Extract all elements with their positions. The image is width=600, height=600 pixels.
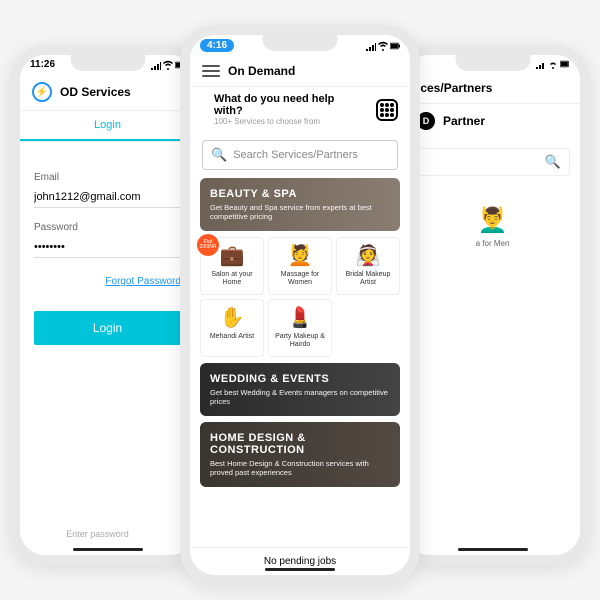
service-label: Party Makeup & Hairdo	[271, 333, 329, 350]
bridal-icon: 👰	[339, 244, 397, 268]
banner-title: WEDDING & EVENTS	[210, 373, 390, 385]
home-indicator	[458, 548, 528, 551]
subtext: 100+ Services to choose from	[214, 117, 356, 126]
wifi-icon	[163, 60, 173, 70]
party-icon: 💄	[271, 306, 329, 330]
service-massage[interactable]: 💆 Massage for Women	[268, 237, 332, 295]
wifi-icon	[548, 59, 558, 69]
massage-icon: 💆‍♂️	[405, 206, 580, 235]
signal-icon	[366, 41, 376, 51]
battery-icon	[560, 59, 570, 69]
password-field[interactable]	[34, 237, 181, 258]
footer-hint: Enter password	[20, 523, 175, 545]
app-title: OD Services	[60, 85, 131, 99]
service-label: a for Men	[405, 239, 580, 248]
service-label: Massage for Women	[271, 271, 329, 288]
signal-icon	[151, 60, 161, 70]
home-indicator	[73, 548, 143, 551]
hamburger-icon[interactable]	[202, 65, 220, 77]
mehandi-icon: ✋	[203, 306, 261, 330]
header-partial: ices/Partners	[405, 73, 580, 104]
service-item[interactable]: 💆‍♂️ a for Men	[405, 206, 580, 252]
signal-icon	[536, 59, 546, 69]
clock: 11:26	[30, 59, 55, 70]
service-mehandi[interactable]: ✋ Mehandi Artist	[200, 299, 264, 357]
app-header: ⚡ OD Services	[20, 74, 195, 111]
app-title: On Demand	[228, 64, 295, 78]
service-label: Mehandi Artist	[203, 333, 261, 341]
header-text: ices/Partners	[417, 81, 492, 95]
phone-main: 4:16 On Demand What do you need help wit…	[180, 25, 420, 585]
status-icons	[536, 59, 570, 69]
banner-wedding[interactable]: WEDDING & EVENTS Get best Wedding & Even…	[200, 363, 400, 416]
clock: 4:16	[200, 39, 234, 52]
status-icons	[366, 41, 400, 51]
banner-title: HOME DESIGN & CONSTRUCTION	[210, 432, 390, 456]
service-party[interactable]: 💄 Party Makeup & Hairdo	[268, 299, 332, 357]
partner-row: D Partner	[405, 104, 580, 138]
battery-icon	[390, 41, 400, 51]
service-salon[interactable]: Flat 200INR 💼 Salon at your Home	[200, 237, 264, 295]
banner-title: BEAUTY & SPA	[210, 188, 390, 200]
banner-beauty[interactable]: BEAUTY & SPA Get Beauty and Spa service …	[200, 178, 400, 231]
tabs: Login	[20, 111, 195, 142]
notch	[263, 35, 338, 51]
service-grid: Flat 200INR 💼 Salon at your Home 💆 Massa…	[200, 237, 400, 357]
email-label: Email	[34, 172, 181, 183]
search-icon: 🔍	[545, 154, 561, 170]
home-indicator	[265, 568, 335, 571]
grid-view-button[interactable]	[376, 99, 398, 121]
phone-login: 11:26 ⚡ OD Services Login Email Password…	[10, 45, 205, 565]
forgot-password-link[interactable]: Forgot Password	[34, 276, 181, 287]
service-label: Salon at your Home	[203, 271, 261, 288]
massage-icon: 💆	[271, 244, 329, 268]
search-placeholder: Search Services/Partners	[233, 149, 358, 161]
service-bridal[interactable]: 👰 Bridal Makeup Artist	[336, 237, 400, 295]
email-field[interactable]	[34, 187, 181, 208]
discount-badge: Flat 200INR	[197, 234, 219, 256]
banner-home[interactable]: HOME DESIGN & CONSTRUCTION Best Home Des…	[200, 422, 400, 487]
login-button[interactable]: Login	[34, 311, 181, 345]
search-input[interactable]: 🔍 Search Services/Partners	[202, 140, 398, 170]
subtitle: What do you need help with?	[214, 93, 356, 117]
password-label: Password	[34, 222, 181, 233]
wifi-icon	[378, 41, 388, 51]
banner-desc: Best Home Design & Construction services…	[210, 459, 390, 477]
phone-partner: ices/Partners D Partner 🔍 💆‍♂️ a for Men	[395, 45, 590, 565]
search-icon: 🔍	[211, 147, 227, 163]
banner-desc: Get Beauty and Spa service from experts …	[210, 203, 390, 221]
service-label: Bridal Makeup Artist	[339, 271, 397, 288]
notch	[70, 55, 145, 71]
notch	[455, 55, 530, 71]
search-box[interactable]: 🔍	[415, 148, 570, 176]
tab-login[interactable]: Login	[20, 111, 195, 141]
logo-icon: ⚡	[32, 82, 52, 102]
app-header: On Demand	[190, 56, 410, 87]
banner-desc: Get best Wedding & Events managers on co…	[210, 388, 390, 406]
partner-label: Partner	[443, 114, 485, 128]
